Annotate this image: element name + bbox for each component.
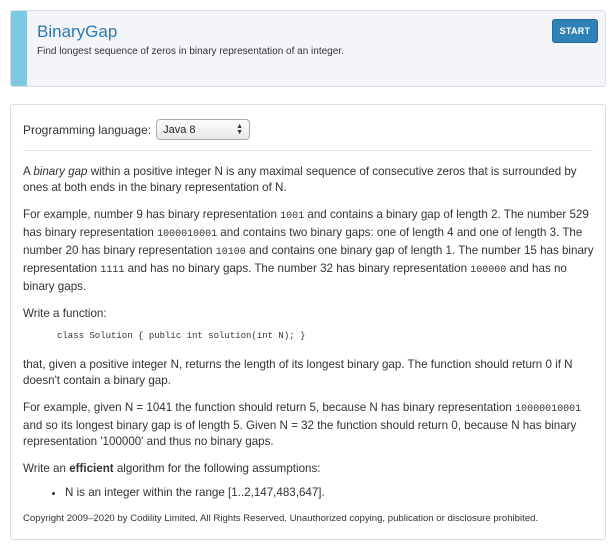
copyright-text: Copyright 2009–2020 by Codility Limited.… (23, 513, 539, 524)
language-selected-value: Java 8 (163, 123, 196, 136)
examples-paragraph: For example, number 9 has binary represe… (23, 208, 594, 293)
returns-paragraph: that, given a positive integer N, return… (23, 358, 573, 387)
language-label: Programming language: (23, 122, 152, 137)
task-subtitle: Find longest sequence of zeros in binary… (37, 46, 344, 57)
write-function-label: Write a function: (23, 307, 107, 320)
assumptions-list: N is an integer within the range [1..2,1… (23, 485, 595, 501)
task-content: A binary gap within a positive integer N… (23, 164, 595, 527)
select-chevrons-icon: ▲ ▼ (236, 122, 244, 136)
assumption-item: N is an integer within the range [1..2,1… (65, 485, 595, 501)
definition-paragraph: A binary gap within a positive integer N… (23, 165, 577, 194)
task-description-panel: Programming language: Java 8 ▲ ▼ A binary… (10, 104, 606, 540)
language-row: Programming language: Java 8 ▲ ▼ (23, 119, 251, 140)
header-accent-bar (11, 11, 27, 86)
example-1041-paragraph: For example, given N = 1041 the function… (23, 401, 582, 448)
language-select[interactable]: Java 8 ▲ ▼ (156, 119, 251, 140)
task-header: BinaryGap Find longest sequence of zeros… (10, 10, 606, 87)
start-button[interactable]: START (552, 19, 598, 43)
function-signature-code: class Solution { public int solution(int… (57, 331, 306, 341)
divider (23, 150, 593, 151)
task-title: BinaryGap (37, 22, 118, 41)
efficiency-paragraph: Write an efficient algorithm for the fol… (23, 462, 321, 475)
